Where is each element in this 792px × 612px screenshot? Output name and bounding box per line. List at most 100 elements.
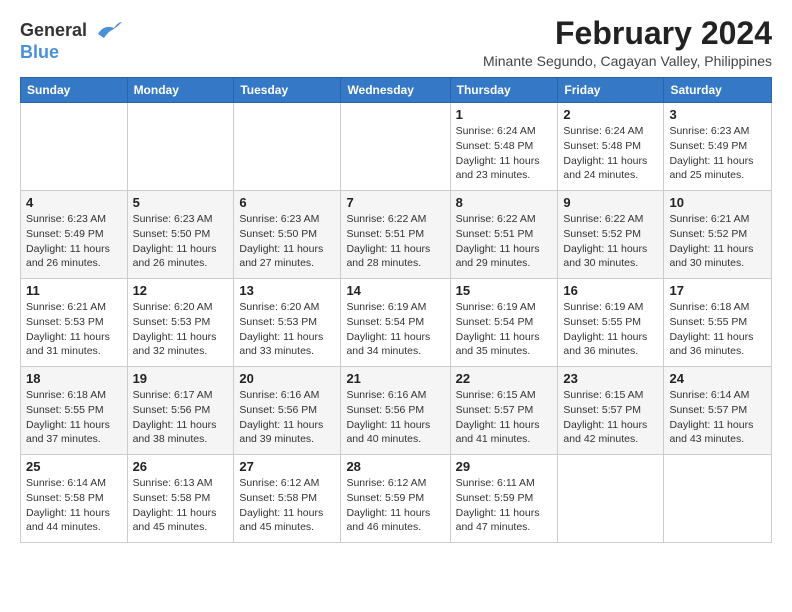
calendar-cell: 18Sunrise: 6:18 AM Sunset: 5:55 PM Dayli… <box>21 367 128 455</box>
day-info: Sunrise: 6:17 AM Sunset: 5:56 PM Dayligh… <box>133 388 229 447</box>
day-number: 26 <box>133 459 229 474</box>
calendar-cell: 15 Sunrise: 6:19 AM Sunset: 5:54 PM Dayli… <box>450 279 558 367</box>
day-number: 27 <box>239 459 335 474</box>
calendar-cell: 7 Sunrise: 6:22 AM Sunset: 5:51 PM Daylig… <box>341 191 450 279</box>
day-number: 14 <box>346 283 444 298</box>
day-info: Sunrise: 6:16 AM Sunset: 5:56 PM Dayligh… <box>239 388 335 447</box>
calendar-cell: 2Sunrise: 6:24 AM Sunset: 5:48 PM Daylig… <box>558 103 664 191</box>
day-number: 2 <box>563 107 658 122</box>
calendar-cell <box>558 455 664 543</box>
day-info: Sunrise: 6:22 AM Sunset: 5:51 PM Dayligh… <box>456 212 553 271</box>
logo: General Blue <box>20 20 122 63</box>
location-subtitle: Minante Segundo, Cagayan Valley, Philipp… <box>483 53 772 69</box>
calendar-cell: 29 Sunrise: 6:11 AM Sunset: 5:59 PM Dayli… <box>450 455 558 543</box>
day-info: Sunrise: 6:19 AM Sunset: 5:54 PM Dayligh… <box>456 300 553 359</box>
day-info: Sunrise: 6:18 AM Sunset: 5:55 PM Dayligh… <box>669 300 766 359</box>
calendar-cell: 14 Sunrise: 6:19 AM Sunset: 5:54 PM Dayli… <box>341 279 450 367</box>
day-number: 25 <box>26 459 122 474</box>
day-info: Sunrise: 6:19 AM Sunset: 5:55 PM Dayligh… <box>563 300 658 359</box>
day-info: Sunrise: 6:22 AM Sunset: 5:51 PM Dayligh… <box>346 212 444 271</box>
day-number: 28 <box>346 459 444 474</box>
day-info: Sunrise: 6:19 AM Sunset: 5:54 PM Dayligh… <box>346 300 444 359</box>
day-info: Sunrise: 6:21 AM Sunset: 5:52 PM Dayligh… <box>669 212 766 271</box>
day-number: 17 <box>669 283 766 298</box>
calendar-cell: 16 Sunrise: 6:19 AM Sunset: 5:55 PM Dayli… <box>558 279 664 367</box>
day-info: Sunrise: 6:20 AM Sunset: 5:53 PM Dayligh… <box>133 300 229 359</box>
calendar-cell <box>664 455 772 543</box>
calendar-cell: 11 Sunrise: 6:21 AM Sunset: 5:53 PM Dayli… <box>21 279 128 367</box>
day-number: 16 <box>563 283 658 298</box>
day-info: Sunrise: 6:21 AM Sunset: 5:53 PM Dayligh… <box>26 300 122 359</box>
day-info: Sunrise: 6:23 AM Sunset: 5:50 PM Dayligh… <box>239 212 335 271</box>
calendar-week-5: 25 Sunrise: 6:14 AM Sunset: 5:58 PM Dayli… <box>21 455 772 543</box>
day-number: 22 <box>456 371 553 386</box>
title-block: February 2024 Minante Segundo, Cagayan V… <box>483 16 772 69</box>
day-info: Sunrise: 6:16 AM Sunset: 5:56 PM Dayligh… <box>346 388 444 447</box>
calendar-cell: 1 Sunrise: 6:24 AM Sunset: 5:48 PM Daylig… <box>450 103 558 191</box>
page-header: General Blue February 2024 Minante Segun… <box>20 16 772 69</box>
header-sunday: Sunday <box>21 78 128 103</box>
day-info: Sunrise: 6:15 AM Sunset: 5:57 PM Dayligh… <box>456 388 553 447</box>
day-number: 9 <box>563 195 658 210</box>
day-number: 24 <box>669 371 766 386</box>
calendar-cell: 10Sunrise: 6:21 AM Sunset: 5:52 PM Dayli… <box>664 191 772 279</box>
calendar-cell: 4 Sunrise: 6:23 AM Sunset: 5:49 PM Daylig… <box>21 191 128 279</box>
day-number: 8 <box>456 195 553 210</box>
day-info: Sunrise: 6:14 AM Sunset: 5:58 PM Dayligh… <box>26 476 122 535</box>
day-info: Sunrise: 6:23 AM Sunset: 5:49 PM Dayligh… <box>26 212 122 271</box>
calendar-cell: 17 Sunrise: 6:18 AM Sunset: 5:55 PM Dayli… <box>664 279 772 367</box>
day-info: Sunrise: 6:23 AM Sunset: 5:50 PM Dayligh… <box>133 212 229 271</box>
calendar-cell: 6Sunrise: 6:23 AM Sunset: 5:50 PM Daylig… <box>234 191 341 279</box>
logo-bird-icon <box>94 20 122 42</box>
day-number: 5 <box>133 195 229 210</box>
calendar-week-1: 1 Sunrise: 6:24 AM Sunset: 5:48 PM Daylig… <box>21 103 772 191</box>
calendar-cell: 5 Sunrise: 6:23 AM Sunset: 5:50 PM Daylig… <box>127 191 234 279</box>
calendar-cell: 27Sunrise: 6:12 AM Sunset: 5:58 PM Dayli… <box>234 455 341 543</box>
calendar-week-3: 11 Sunrise: 6:21 AM Sunset: 5:53 PM Dayli… <box>21 279 772 367</box>
calendar-header-row: SundayMondayTuesdayWednesdayThursdayFrid… <box>21 78 772 103</box>
day-number: 12 <box>133 283 229 298</box>
day-info: Sunrise: 6:23 AM Sunset: 5:49 PM Dayligh… <box>669 124 766 183</box>
day-info: Sunrise: 6:22 AM Sunset: 5:52 PM Dayligh… <box>563 212 658 271</box>
calendar-cell <box>127 103 234 191</box>
header-monday: Monday <box>127 78 234 103</box>
calendar-cell: 19 Sunrise: 6:17 AM Sunset: 5:56 PM Dayli… <box>127 367 234 455</box>
day-info: Sunrise: 6:18 AM Sunset: 5:55 PM Dayligh… <box>26 388 122 447</box>
calendar-cell: 13 Sunrise: 6:20 AM Sunset: 5:53 PM Dayli… <box>234 279 341 367</box>
day-number: 1 <box>456 107 553 122</box>
day-number: 11 <box>26 283 122 298</box>
calendar-cell: 3 Sunrise: 6:23 AM Sunset: 5:49 PM Daylig… <box>664 103 772 191</box>
calendar-cell: 20 Sunrise: 6:16 AM Sunset: 5:56 PM Dayli… <box>234 367 341 455</box>
day-number: 19 <box>133 371 229 386</box>
calendar-cell: 24Sunrise: 6:14 AM Sunset: 5:57 PM Dayli… <box>664 367 772 455</box>
day-number: 29 <box>456 459 553 474</box>
day-number: 13 <box>239 283 335 298</box>
day-number: 15 <box>456 283 553 298</box>
day-info: Sunrise: 6:12 AM Sunset: 5:59 PM Dayligh… <box>346 476 444 535</box>
calendar-cell: 26Sunrise: 6:13 AM Sunset: 5:58 PM Dayli… <box>127 455 234 543</box>
month-year-title: February 2024 <box>483 16 772 51</box>
day-info: Sunrise: 6:15 AM Sunset: 5:57 PM Dayligh… <box>563 388 658 447</box>
calendar-cell: 22 Sunrise: 6:15 AM Sunset: 5:57 PM Dayli… <box>450 367 558 455</box>
calendar-cell: 23Sunrise: 6:15 AM Sunset: 5:57 PM Dayli… <box>558 367 664 455</box>
calendar-cell: 12 Sunrise: 6:20 AM Sunset: 5:53 PM Dayli… <box>127 279 234 367</box>
calendar-week-2: 4 Sunrise: 6:23 AM Sunset: 5:49 PM Daylig… <box>21 191 772 279</box>
day-info: Sunrise: 6:11 AM Sunset: 5:59 PM Dayligh… <box>456 476 553 535</box>
day-number: 3 <box>669 107 766 122</box>
calendar-cell <box>234 103 341 191</box>
day-number: 7 <box>346 195 444 210</box>
day-number: 21 <box>346 371 444 386</box>
day-number: 4 <box>26 195 122 210</box>
calendar-cell: 21 Sunrise: 6:16 AM Sunset: 5:56 PM Dayli… <box>341 367 450 455</box>
day-info: Sunrise: 6:24 AM Sunset: 5:48 PM Dayligh… <box>456 124 553 183</box>
calendar-week-4: 18Sunrise: 6:18 AM Sunset: 5:55 PM Dayli… <box>21 367 772 455</box>
calendar-cell <box>341 103 450 191</box>
header-wednesday: Wednesday <box>341 78 450 103</box>
logo-general: General <box>20 20 87 40</box>
day-number: 20 <box>239 371 335 386</box>
day-info: Sunrise: 6:20 AM Sunset: 5:53 PM Dayligh… <box>239 300 335 359</box>
calendar-cell: 8 Sunrise: 6:22 AM Sunset: 5:51 PM Daylig… <box>450 191 558 279</box>
calendar-cell <box>21 103 128 191</box>
calendar-cell: 28 Sunrise: 6:12 AM Sunset: 5:59 PM Dayli… <box>341 455 450 543</box>
calendar-table: SundayMondayTuesdayWednesdayThursdayFrid… <box>20 77 772 543</box>
